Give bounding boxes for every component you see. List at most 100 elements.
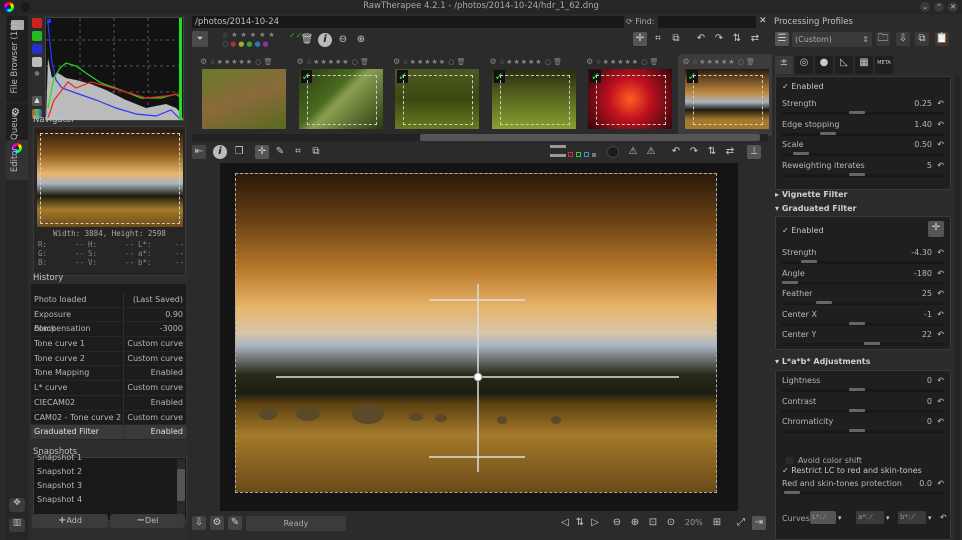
trash-icon[interactable]: 🗑 <box>360 58 369 66</box>
tab-file-browser[interactable]: File Browser (10) <box>6 16 28 102</box>
slider-knob[interactable] <box>784 491 800 494</box>
preview-mode-icon[interactable] <box>550 145 566 157</box>
rating-stars[interactable]: ☆★★★★★ <box>306 58 350 66</box>
previous-image-icon[interactable]: ◁ <box>558 516 572 530</box>
graduated-enabled-checkbox[interactable]: ✓ Enabled <box>782 226 824 235</box>
restrict-lc-label[interactable]: ✓ Restrict LC to red and skin-tones <box>782 466 922 475</box>
slider-angle[interactable]: Angle -180 ↶ <box>782 269 944 289</box>
graduated-filter-overlay[interactable] <box>236 174 716 492</box>
history-row[interactable]: Tone curve 2 Custom curve <box>31 351 186 367</box>
profile-select[interactable]: (Custom) ⇕ <box>792 32 872 47</box>
green-channel-preview-button[interactable] <box>576 152 581 157</box>
color-label-icon[interactable]: ○ <box>641 58 647 66</box>
history-row[interactable]: CAM02 - Tone curve 2 Custom curve <box>31 410 186 426</box>
edit-filter-icon[interactable]: ✛ <box>928 221 944 237</box>
reset-icon[interactable]: ↶ <box>937 289 944 298</box>
reset-icon[interactable]: ↶ <box>937 269 944 278</box>
thumbnail-moss-rock[interactable]: ✓ <box>491 69 576 129</box>
process-icon[interactable]: ⚙ <box>200 57 207 66</box>
slider-strength[interactable]: Strength -4.30 ↶ <box>782 248 944 268</box>
rotate-left-icon[interactable]: ↶ <box>669 145 683 159</box>
process-icon[interactable]: ⚙ <box>393 57 400 66</box>
param-value[interactable]: -180 <box>914 269 932 278</box>
param-value[interactable]: -1 <box>924 310 932 319</box>
color-label-icon[interactable]: ○ <box>352 58 358 66</box>
reset-icon[interactable]: ↶ <box>937 248 944 257</box>
snapshot-item[interactable]: Snapshot 2 <box>34 465 186 479</box>
slider-knob[interactable] <box>849 172 865 176</box>
slider-knob[interactable] <box>849 408 865 412</box>
trash-icon[interactable]: 🗑 <box>650 58 659 66</box>
thumbnail-forest-path[interactable] <box>202 69 286 129</box>
blue-channel-preview-button[interactable] <box>584 152 589 157</box>
minimize-button[interactable]: ⌄ <box>920 2 930 12</box>
reset-icon[interactable]: ↶ <box>937 140 944 149</box>
reset-icon[interactable]: ↶ <box>937 397 944 406</box>
avoid-color-shift-checkbox[interactable] <box>786 457 793 464</box>
reset-icon[interactable]: ↶ <box>937 99 944 108</box>
histogram-red-button[interactable] <box>32 18 42 28</box>
slider-chromaticity[interactable]: Chromaticity 0 ↶ <box>782 417 944 437</box>
hide-left-panel-icon[interactable]: ⇤ <box>192 145 206 159</box>
trash-icon[interactable]: 🗑 <box>457 58 466 66</box>
histogram-bar-button[interactable]: ▲ <box>32 96 42 106</box>
skin-protection-slider[interactable]: Red and skin-tones protection 0.0 ↶ <box>782 479 944 499</box>
save-icon[interactable]: ⇩ <box>192 516 206 530</box>
zoom-100-icon[interactable]: ⊙ <box>664 516 678 530</box>
white-balance-picker-icon[interactable]: ✎ <box>273 145 287 159</box>
slider-knob[interactable] <box>820 131 836 135</box>
reset-icon[interactable]: ↶ <box>937 161 944 170</box>
slider-knob[interactable] <box>816 301 832 304</box>
histogram-green-button[interactable] <box>32 31 42 41</box>
rotate-right-icon[interactable]: ↷ <box>712 32 726 46</box>
histogram-chroma-button[interactable] <box>32 83 42 93</box>
scrollbar-thumb[interactable] <box>420 134 760 141</box>
slider-knob[interactable] <box>849 429 865 432</box>
hand-tool-icon[interactable]: ✛ <box>633 32 647 46</box>
image-viewer[interactable] <box>220 163 738 511</box>
maximize-button[interactable]: ⌃ <box>934 2 944 12</box>
snapshot-item[interactable]: Snapshot 3 <box>34 479 186 493</box>
slider-contrast[interactable]: Contrast 0 ↶ <box>782 397 944 417</box>
reset-curves-icon[interactable]: ↶ <box>940 513 947 522</box>
luminance-preview-button[interactable] <box>592 153 596 157</box>
slider-scale[interactable]: Scale 0.50 ↶ <box>782 140 944 160</box>
snapshot-item[interactable]: Snapshot 4 <box>34 493 186 507</box>
profile-mode-icon[interactable]: ☰ <box>775 32 789 46</box>
scrollbar-thumb[interactable] <box>177 469 185 501</box>
trash-icon[interactable]: 🗑 <box>553 58 562 66</box>
tab-transform[interactable]: ◺ <box>835 56 853 74</box>
slider-knob[interactable] <box>801 260 817 263</box>
clear-find-icon[interactable]: ✕ <box>759 16 767 26</box>
l-curve-button[interactable]: L*: ⁄ <box>810 511 836 524</box>
slider-center-x[interactable]: Center X -1 ↶ <box>782 310 944 330</box>
slider-feather[interactable]: Feather 25 ↶ <box>782 289 944 309</box>
rating-stars[interactable]: ☆★★★★★ <box>499 58 543 66</box>
copy-profile-icon[interactable]: ⧉ <box>915 32 929 46</box>
red-channel-preview-button[interactable] <box>568 152 573 157</box>
snapshots-scrollbar[interactable] <box>177 459 185 519</box>
add-snapshot-button[interactable]: +Add <box>32 514 108 528</box>
histogram-blue-button[interactable] <box>32 44 42 54</box>
history-row[interactable]: Black -3000 <box>31 322 186 338</box>
slider-edge-stopping[interactable]: Edge stopping 1.40 ↶ <box>782 120 944 140</box>
hand-tool-icon[interactable]: ✛ <box>255 145 269 159</box>
slider-center-y[interactable]: Center Y 22 ↶ <box>782 330 944 350</box>
slider-knob[interactable] <box>864 342 880 345</box>
param-value[interactable]: 0.50 <box>914 140 932 149</box>
panel-toggle-icon[interactable]: ▥ <box>9 518 25 532</box>
tone-mapping-enabled-checkbox[interactable]: ✓ Enabled <box>782 82 824 91</box>
b-curve-button[interactable]: b*: ⁄ <box>898 511 926 524</box>
graduated-filter-header[interactable]: ▾ Graduated Filter <box>775 204 856 213</box>
process-icon[interactable]: ⚙ <box>297 57 304 66</box>
straighten-icon[interactable]: ⧉ <box>669 32 683 46</box>
preview-image[interactable] <box>235 173 717 493</box>
navigator-viewport[interactable] <box>40 133 180 224</box>
tab-detail[interactable]: ◎ <box>795 56 813 74</box>
focus-mask-icon[interactable] <box>607 146 619 158</box>
close-button[interactable]: ✕ <box>948 2 958 12</box>
tab-editor[interactable]: Editor <box>6 140 28 180</box>
l-curve-dropdown-icon[interactable]: ▾ <box>838 514 842 522</box>
save-profile-icon[interactable]: ⇩ <box>896 32 910 46</box>
param-value[interactable]: 0 <box>927 417 932 426</box>
